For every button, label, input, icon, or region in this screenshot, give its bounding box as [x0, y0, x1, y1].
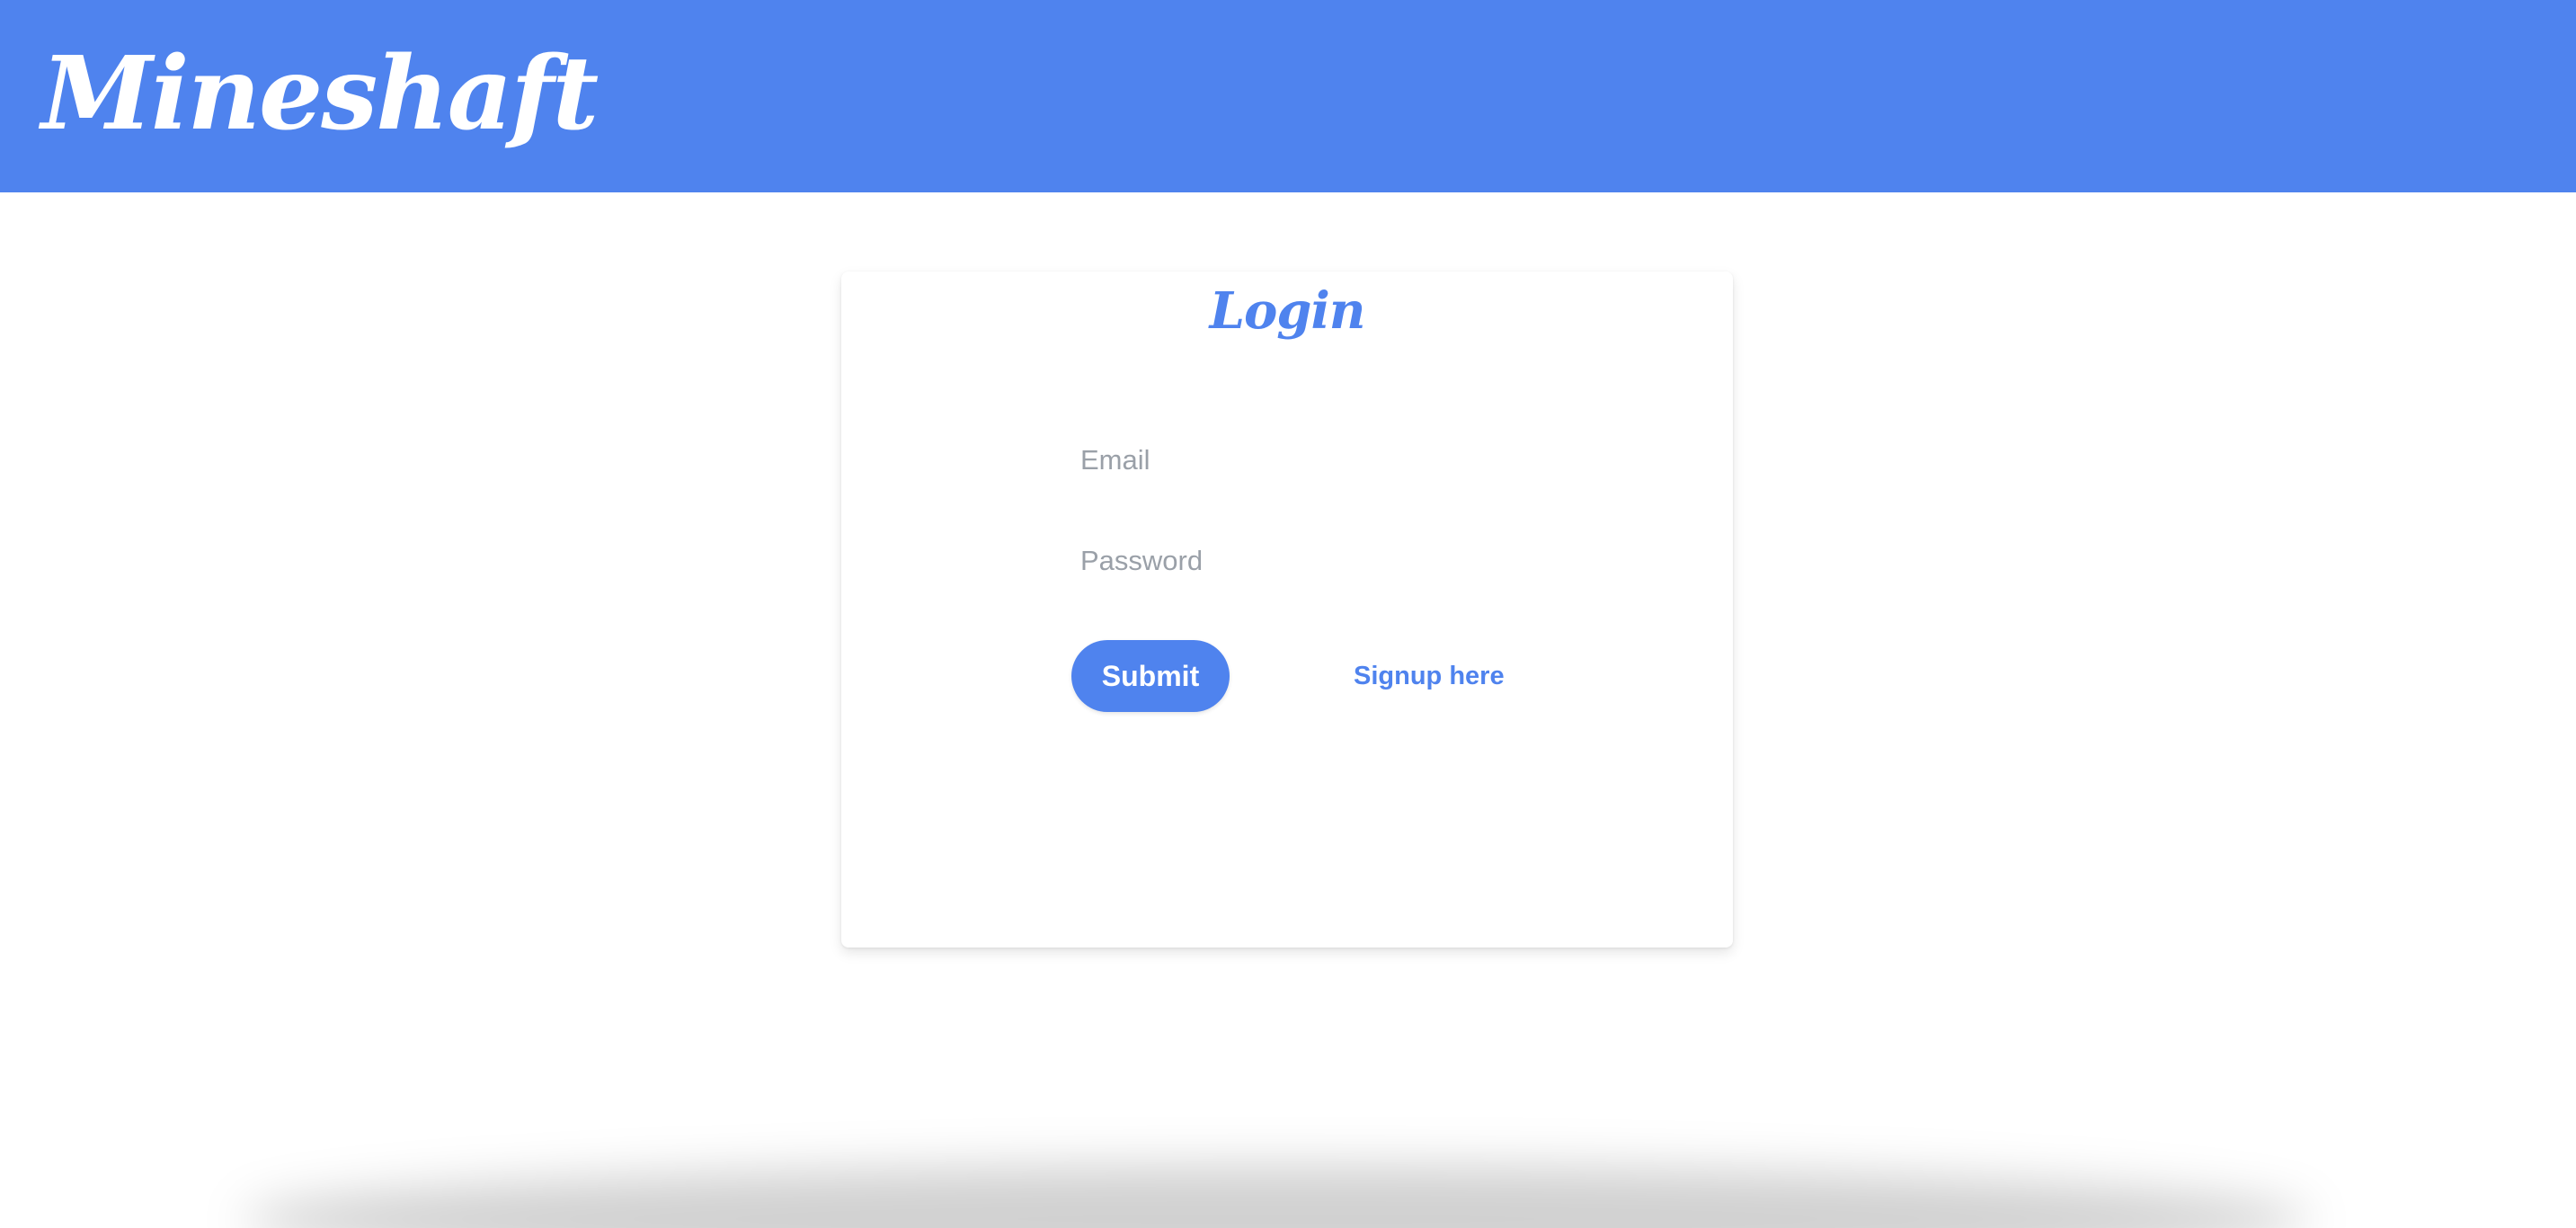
app-window: Mineshaft Login Submit Signup here	[0, 0, 2576, 1228]
submit-button[interactable]: Submit	[1071, 640, 1230, 712]
email-field[interactable]	[1071, 426, 1539, 494]
top-header: Mineshaft	[0, 0, 2576, 192]
password-field[interactable]	[1071, 527, 1539, 595]
login-title: Login	[1209, 281, 1366, 341]
bottom-shadow	[243, 1165, 2310, 1228]
brand-logo: Mineshaft	[41, 35, 599, 153]
signup-link[interactable]: Signup here	[1354, 656, 1505, 696]
login-card: Login Submit Signup here	[841, 271, 1733, 948]
